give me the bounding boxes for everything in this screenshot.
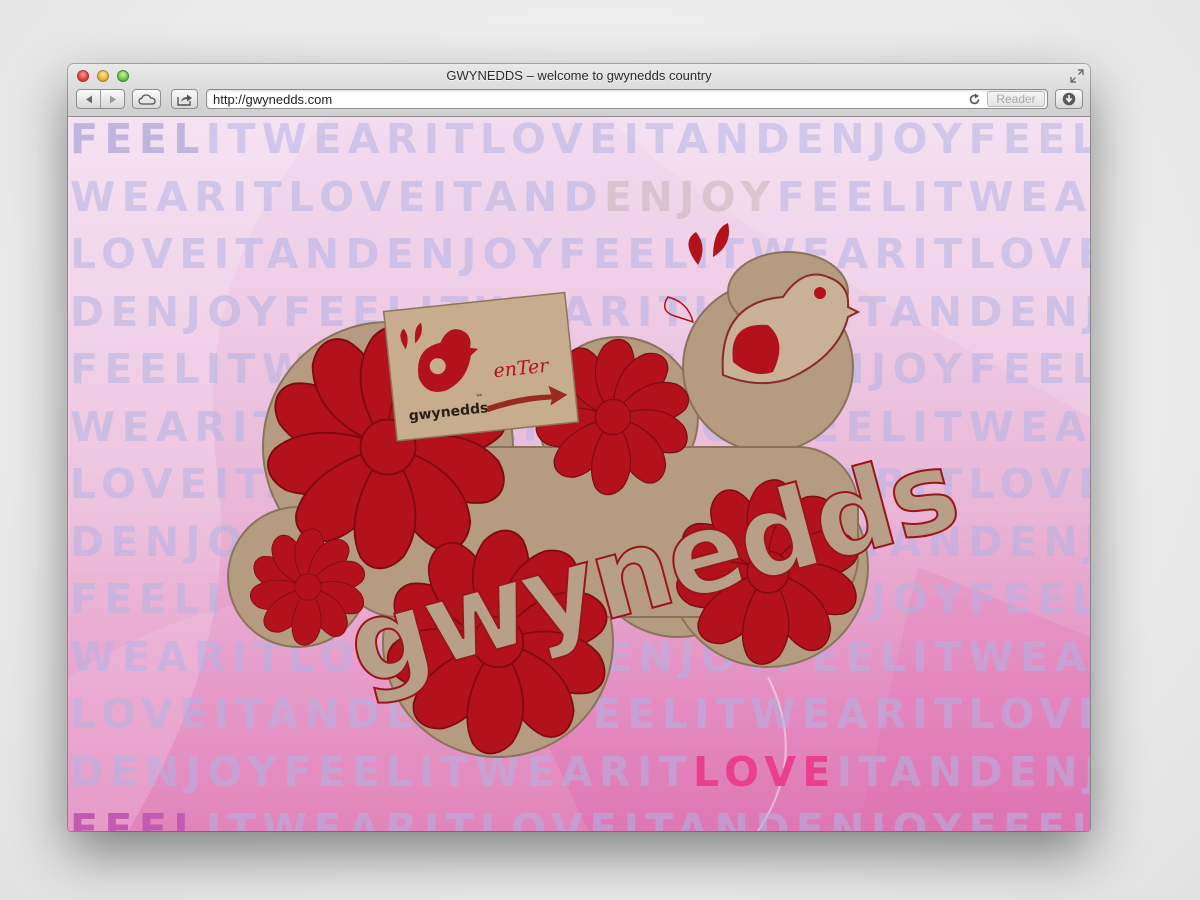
forward-arrow-icon [109, 95, 116, 103]
download-icon [1062, 92, 1076, 106]
forward-button[interactable] [101, 90, 124, 108]
downloads-button[interactable] [1055, 89, 1083, 109]
reload-icon[interactable] [968, 93, 981, 106]
back-button[interactable] [77, 90, 101, 108]
url-text: http://gwynedds.com [213, 92, 333, 107]
back-forward-buttons [76, 89, 125, 109]
icloud-tabs-button[interactable] [132, 89, 161, 109]
fullscreen-icon[interactable] [1070, 69, 1084, 83]
enter-card[interactable]: gwynedds ™ enTer [382, 291, 580, 442]
browser-window: GWYNEDDS – welcome to gwynedds country h [68, 64, 1090, 831]
window-title: GWYNEDDS – welcome to gwynedds country [446, 68, 712, 83]
page-content: FEELITWEARITLOVEITANDENJOYFEELIT WEARITLO… [68, 117, 1090, 831]
card-trademark: ™ [475, 393, 484, 403]
share-button[interactable] [171, 89, 198, 109]
gwynedds-logo-artwork: gwynedds gwynedds ™ enTer [227, 223, 971, 758]
browser-toolbar: GWYNEDDS – welcome to gwynedds country h [68, 64, 1090, 117]
address-bar[interactable]: http://gwynedds.com Reader [206, 89, 1048, 109]
share-icon [176, 94, 192, 106]
reader-button[interactable]: Reader [987, 91, 1045, 107]
back-arrow-icon [85, 95, 92, 103]
cloud-icon [137, 93, 156, 105]
